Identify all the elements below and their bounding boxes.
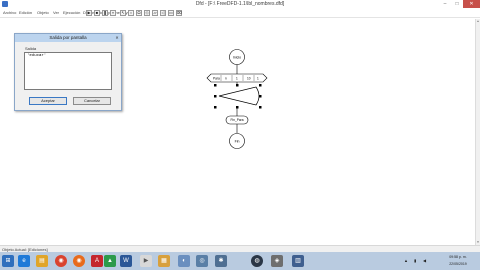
window-title: Dfd - [F:\ FreeDFD-1.1\lbl_nombres.dfd] bbox=[195, 1, 285, 7]
taskbar-clock[interactable]: 09:58 p. m. 22/05/2019 bbox=[440, 254, 476, 268]
menu-ejecucion[interactable]: Ejecución bbox=[63, 8, 80, 18]
pdf-icon[interactable]: A bbox=[91, 255, 103, 267]
cancel-button[interactable]: Cancelar bbox=[73, 97, 111, 105]
maximize-button[interactable]: □ bbox=[451, 0, 463, 8]
selection-handle[interactable] bbox=[259, 95, 262, 98]
output-node[interactable] bbox=[218, 86, 260, 106]
chrome-icon[interactable]: ◉ bbox=[55, 255, 67, 267]
for-loop-var: n bbox=[225, 76, 227, 80]
app-icon-a[interactable]: ◐ bbox=[178, 255, 190, 267]
for-loop-end: 10 bbox=[247, 76, 251, 80]
app-icon-b[interactable]: ◎ bbox=[196, 255, 208, 267]
cursor-button[interactable]: ↖ bbox=[120, 10, 126, 16]
minimize-button[interactable]: – bbox=[439, 0, 451, 8]
app-icon-c[interactable]: ✱ bbox=[215, 255, 227, 267]
selection-handle[interactable] bbox=[236, 84, 239, 87]
screen: Dfd - [F:\ FreeDFD-1.1\lbl_nombres.dfd] … bbox=[0, 0, 480, 270]
selection-handle[interactable] bbox=[259, 106, 262, 109]
media-icon[interactable]: ▶ bbox=[140, 255, 152, 267]
volume-icon[interactable]: ◀ bbox=[423, 252, 426, 270]
taskbar: ⊞ e ▤ ◉ ◉ A ▲ W ▶ ▦ ◐ ◎ ✱ ◍ ◈ ▥ ▲ ▮ ◀ 09… bbox=[0, 252, 480, 270]
selection-handle[interactable] bbox=[214, 95, 217, 98]
step-button[interactable]: » bbox=[110, 10, 116, 16]
output-expression-field[interactable]: 'educar' bbox=[24, 52, 112, 90]
selection-handle[interactable] bbox=[214, 106, 217, 109]
scroll-up-icon[interactable]: ▲ bbox=[476, 19, 480, 24]
for-loop-start: 1 bbox=[236, 76, 238, 80]
subprogram-button[interactable]: ⌧ bbox=[176, 10, 182, 16]
greenapp-icon[interactable]: ▲ bbox=[104, 255, 116, 267]
vertical-scrollbar[interactable]: ▲ ▼ bbox=[475, 19, 480, 245]
for-loop-keyword: Para bbox=[213, 76, 220, 80]
firefox-icon[interactable]: ◉ bbox=[73, 255, 85, 267]
menu-archivo[interactable]: Archivo bbox=[3, 8, 16, 18]
stop-button[interactable]: ■ bbox=[94, 10, 100, 16]
menu-ver[interactable]: Ver bbox=[53, 8, 59, 18]
pause-button[interactable]: ❚ bbox=[102, 10, 108, 16]
status-bar: Objeto Actual: [Ediciones] bbox=[0, 245, 480, 252]
tray-expand-icon[interactable]: ▲ bbox=[404, 252, 408, 270]
run-button[interactable]: ▶ bbox=[86, 10, 92, 16]
app-icon-d[interactable]: ◈ bbox=[271, 255, 283, 267]
write-shape-button[interactable]: ◁ bbox=[160, 10, 166, 16]
menu-bar: Archivo Edición Objeto Ver Ejecución Dep… bbox=[0, 8, 480, 18]
output-field-label: Salida bbox=[25, 46, 37, 51]
clock-time: 09:58 p. m. bbox=[449, 255, 467, 259]
dfd-icon[interactable]: ▥ bbox=[292, 255, 304, 267]
folder-icon[interactable]: ▦ bbox=[158, 255, 170, 267]
close-button[interactable]: ✕ bbox=[463, 0, 480, 8]
steam-icon[interactable]: ◍ bbox=[251, 255, 263, 267]
read-shape-button[interactable]: ▱ bbox=[152, 10, 158, 16]
output-dialog: Salida por pantalla ✕ Salida 'educar' Ac… bbox=[14, 33, 122, 111]
explorer-icon[interactable]: ▤ bbox=[36, 255, 48, 267]
dialog-close-icon[interactable]: ✕ bbox=[114, 35, 120, 41]
start-node-label: Inicio bbox=[233, 56, 241, 60]
network-icon[interactable]: ▮ bbox=[414, 252, 416, 270]
menu-edicion[interactable]: Edición bbox=[19, 8, 32, 18]
clock-date: 22/05/2019 bbox=[449, 262, 467, 266]
start-shape-button[interactable]: ○ bbox=[128, 10, 134, 16]
selection-handle[interactable] bbox=[259, 84, 262, 87]
cycle-shape-button[interactable]: ⬭ bbox=[136, 10, 142, 16]
dialog-title: Salida por pantalla bbox=[15, 34, 121, 42]
start-icon[interactable]: ⊞ bbox=[2, 255, 14, 267]
selection-handle[interactable] bbox=[236, 106, 239, 109]
for-loop-step: 1 bbox=[257, 76, 259, 80]
end-loop-label: Fin_Para bbox=[231, 118, 244, 122]
decision-shape-button[interactable]: ◇ bbox=[144, 10, 150, 16]
title-bar: Dfd - [F:\ FreeDFD-1.1\lbl_nombres.dfd] … bbox=[0, 0, 480, 8]
ie-icon[interactable]: e bbox=[18, 255, 30, 267]
menu-objeto[interactable]: Objeto bbox=[37, 8, 49, 18]
accept-button[interactable]: Aceptar bbox=[29, 97, 67, 105]
selection-handle[interactable] bbox=[214, 84, 217, 87]
end-node-label: Fin bbox=[235, 139, 240, 143]
assign-shape-button[interactable]: ▭ bbox=[168, 10, 174, 16]
word-icon[interactable]: W bbox=[120, 255, 132, 267]
